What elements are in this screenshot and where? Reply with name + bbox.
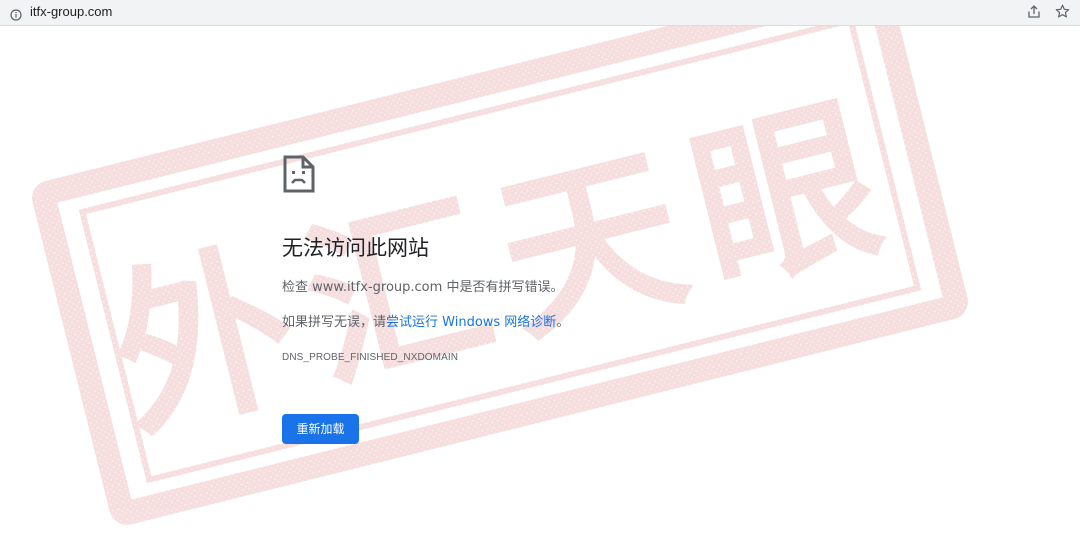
domain-text: www.itfx-group.com — [312, 280, 443, 295]
spelling-suggestion: 检查 www.itfx-group.com 中是否有拼写错误。 — [282, 279, 563, 297]
fix-suffix: 。 — [556, 315, 570, 330]
share-icon[interactable] — [1026, 4, 1042, 20]
error-title: 无法访问此网站 — [282, 236, 429, 260]
sad-page-icon — [282, 154, 316, 194]
diagnostics-suggestion: 如果拼写无误，请尝试运行 Windows 网络诊断。 — [282, 314, 569, 332]
fix-prefix: 如果拼写无误，请 — [282, 315, 387, 330]
url-text[interactable]: itfx-group.com — [30, 4, 112, 20]
svg-text:外汇天眼: 外汇天眼 — [91, 70, 918, 466]
reload-button[interactable]: 重新加载 — [282, 414, 359, 444]
check-suffix: 中是否有拼写错误。 — [442, 280, 564, 295]
error-code: DNS_PROBE_FINISHED_NXDOMAIN — [282, 352, 459, 363]
star-icon[interactable] — [1055, 4, 1070, 19]
info-icon[interactable] — [10, 6, 22, 21]
check-prefix: 检查 — [282, 280, 313, 295]
network-diagnostics-link[interactable]: 尝试运行 Windows 网络诊断 — [386, 315, 556, 330]
browser-window: itfx-group.com 外汇天眼 无法访问此网站 检查 www.itfx-… — [0, 0, 1080, 537]
address-bar: itfx-group.com — [0, 0, 1080, 26]
watermark-stamp: 外汇天眼 — [32, 0, 968, 525]
